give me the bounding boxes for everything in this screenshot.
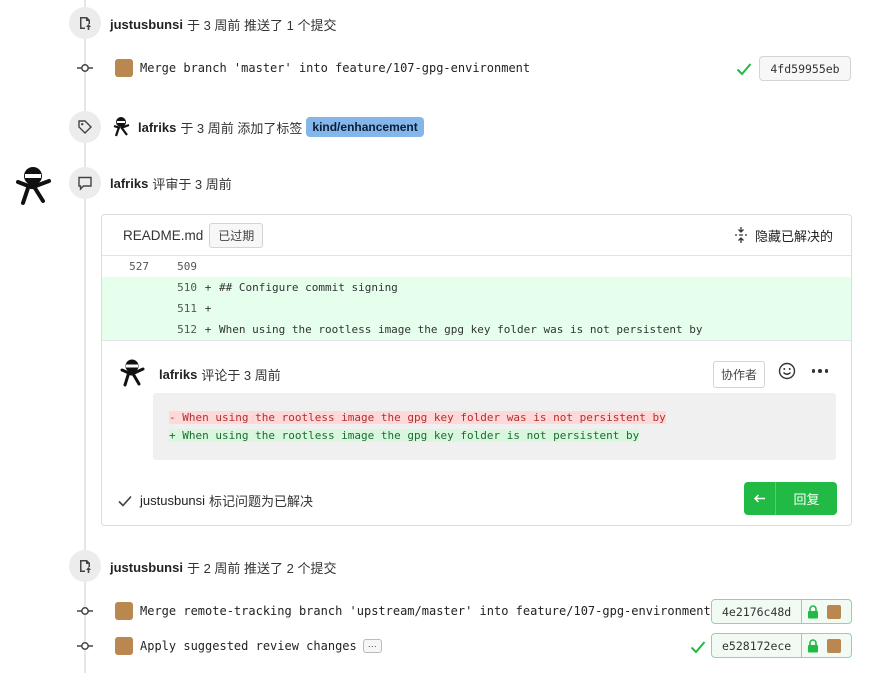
- push-event-text: justusbunsi 于 3 周前 推送了 1 个提交: [110, 15, 336, 34]
- diff-code: When using the rootless image the gpg ke…: [219, 323, 703, 336]
- commit-message[interactable]: Apply suggested review changes: [140, 639, 357, 653]
- avatar: [113, 117, 130, 137]
- event-description: 评审于 3 周前: [152, 177, 232, 192]
- commit-sha: 4e2176c48d: [712, 600, 803, 623]
- tag-icon: [69, 111, 101, 143]
- event-description: 于 3 周前 推送了 1 个提交: [186, 18, 337, 33]
- diff-sign: +: [204, 302, 212, 315]
- commit-sha-button[interactable]: e528172ece: [711, 633, 852, 658]
- collaborator-badge: 协作者: [712, 361, 765, 388]
- commit-row: Apply suggested review changes ···: [115, 637, 382, 655]
- reviewer-avatar[interactable]: [15, 165, 57, 207]
- suggestion-diff: - When using the rootless image the gpg …: [153, 393, 836, 460]
- reply-label: 回复: [793, 492, 820, 507]
- review-comment: lafriks 评论于 3 周前 协作者 - When using the ro…: [102, 340, 851, 525]
- avatar: [824, 600, 844, 623]
- suggestion-added-line: + When using the rootless image the gpg …: [169, 428, 640, 442]
- event-user-link[interactable]: justusbunsi: [110, 17, 183, 32]
- file-name[interactable]: README.md: [123, 228, 203, 243]
- resolver-user-link[interactable]: justusbunsi: [140, 493, 205, 508]
- review-box: README.md 已过期 隐藏已解决的 527 509 510 + ## Co…: [101, 214, 852, 526]
- commit-sha-button[interactable]: 4fd59955eb: [759, 56, 851, 81]
- event-user-link[interactable]: lafriks: [138, 120, 176, 135]
- commit-row: Merge remote-tracking branch 'upstream/m…: [115, 602, 711, 620]
- event-user-link[interactable]: lafriks: [110, 176, 148, 191]
- commit-dot-icon: [77, 642, 93, 650]
- diff-row: 527 509: [102, 256, 851, 277]
- emoji-reaction-icon[interactable]: [777, 361, 797, 381]
- avatar: [115, 637, 133, 655]
- fold-icon: [734, 227, 747, 243]
- avatar: [824, 634, 844, 657]
- commit-message[interactable]: Merge branch 'master' into feature/107-g…: [140, 61, 530, 75]
- avatar[interactable]: [119, 358, 149, 388]
- diff-code: ## Configure commit signing: [219, 281, 398, 294]
- resolved-text: justusbunsi 标记问题为已解决: [118, 491, 313, 510]
- lock-icon: [802, 634, 824, 657]
- hide-resolved-button[interactable]: 隐藏已解决的: [733, 226, 833, 245]
- diff-row: 511 +: [102, 298, 851, 319]
- push-event-icon: [69, 550, 101, 582]
- avatar: [115, 59, 133, 77]
- resolved-description: 标记问题为已解决: [209, 494, 314, 509]
- commit-row: Merge branch 'master' into feature/107-g…: [115, 59, 530, 77]
- push-event-text: justusbunsi 于 2 周前 推送了 2 个提交: [110, 558, 336, 577]
- review-header: README.md 已过期 隐藏已解决的: [102, 215, 851, 256]
- comment-time: 评论于 3 周前: [201, 368, 281, 383]
- reply-button[interactable]: 回复: [744, 482, 837, 515]
- old-line-number[interactable]: 527: [102, 260, 149, 273]
- comment-header-text: lafriks 评论于 3 周前: [159, 365, 281, 384]
- hide-resolved-label: 隐藏已解决的: [754, 228, 833, 244]
- push-event-icon: [69, 7, 101, 39]
- expand-commit-button[interactable]: ···: [362, 639, 382, 653]
- more-options-icon[interactable]: [809, 361, 831, 381]
- commit-sha: e528172ece: [712, 634, 803, 657]
- review-event-text: lafriks 评审于 3 周前: [110, 174, 232, 193]
- diff-table: 527 509 510 + ## Configure commit signin…: [102, 256, 851, 340]
- new-line-number[interactable]: 510: [149, 281, 197, 294]
- label-event-text: lafriks 于 3 周前 添加了标签 kind/enhancement: [112, 116, 424, 138]
- new-line-number[interactable]: 512: [149, 323, 197, 336]
- check-icon: [690, 641, 706, 654]
- comment-icon: [69, 167, 101, 199]
- commit-dot-icon: [77, 607, 93, 615]
- commit-dot-icon: [77, 64, 93, 72]
- diff-sign: +: [204, 323, 212, 336]
- suggestion-removed-line: - When using the rootless image the gpg …: [169, 410, 666, 424]
- check-icon: [736, 63, 752, 76]
- check-icon: [118, 495, 132, 507]
- label-badge[interactable]: kind/enhancement: [306, 117, 424, 137]
- commit-sha-button[interactable]: 4e2176c48d: [711, 599, 852, 624]
- outdated-badge: 已过期: [209, 222, 264, 248]
- avatar: [115, 602, 133, 620]
- diff-row: 512 + When using the rootless image the …: [102, 319, 851, 340]
- event-description: 于 2 周前 推送了 2 个提交: [186, 561, 337, 576]
- event-user-link[interactable]: justusbunsi: [110, 560, 183, 575]
- new-line-number[interactable]: 511: [149, 302, 197, 315]
- event-description: 于 3 周前 添加了标签: [180, 120, 303, 136]
- comment-user-link[interactable]: lafriks: [159, 367, 197, 382]
- commit-message[interactable]: Merge remote-tracking branch 'upstream/m…: [140, 604, 711, 618]
- diff-sign: +: [204, 281, 212, 294]
- diff-row: 510 + ## Configure commit signing: [102, 277, 851, 298]
- reply-icon: [744, 482, 776, 515]
- lock-icon: [802, 600, 824, 623]
- new-line-number[interactable]: 509: [149, 260, 197, 273]
